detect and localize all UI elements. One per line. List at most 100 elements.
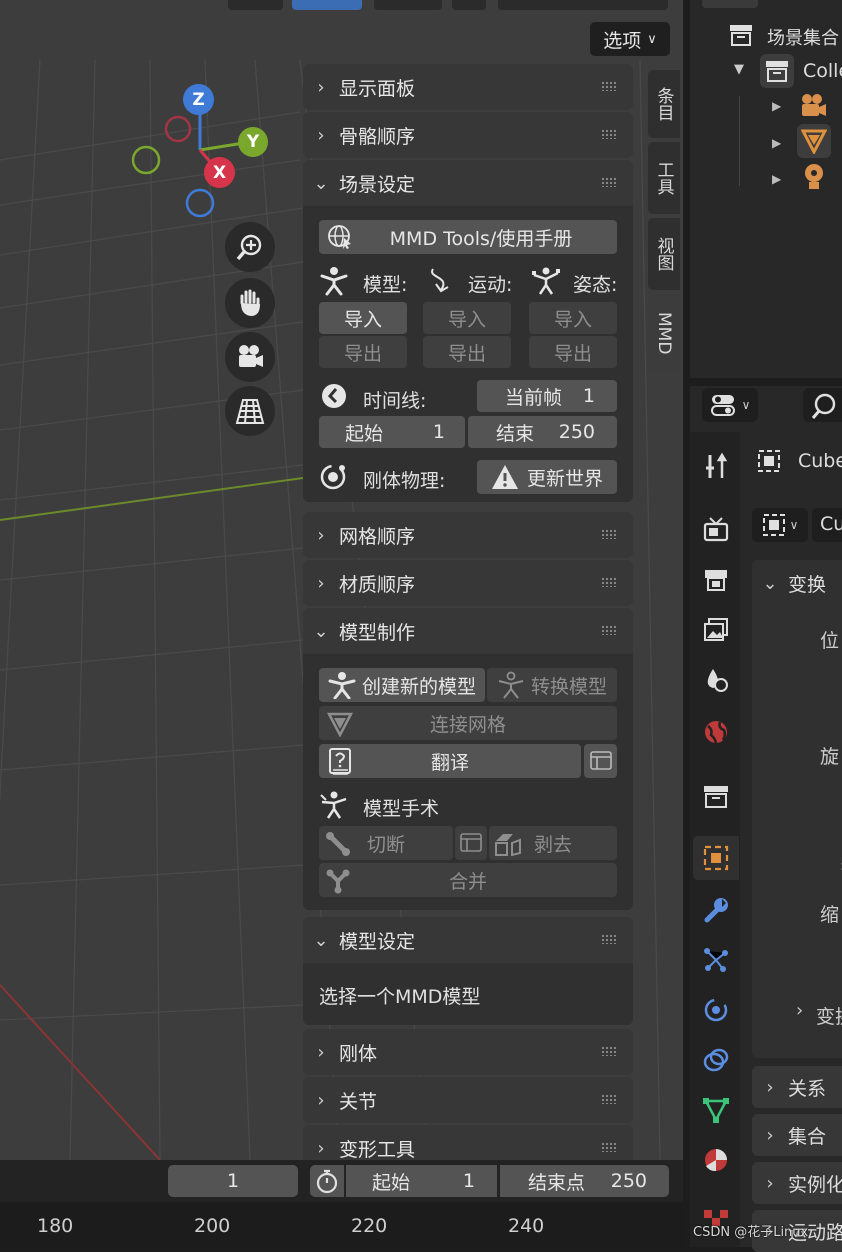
editor-type-dropdown[interactable]: ∨ <box>702 388 758 422</box>
gizmo-x-axis[interactable]: X <box>204 157 235 188</box>
object-name-field[interactable]: Cu <box>812 508 842 542</box>
create-model-button[interactable]: 创建新的模型 <box>319 668 485 702</box>
mesh-object-icon[interactable] <box>797 124 831 158</box>
transform-header[interactable]: ⌄ 变换 <box>752 560 842 606</box>
tool-tab[interactable] <box>702 452 730 480</box>
panel-joint-header[interactable]: › 关节 <box>303 1077 633 1123</box>
output-tab[interactable] <box>702 566 730 594</box>
object-data-dropdown[interactable]: ∨ <box>752 508 808 542</box>
tab-item[interactable]: 条目 <box>648 70 680 138</box>
current-frame-field[interactable]: 1 <box>168 1165 298 1197</box>
current-frame-field[interactable]: 当前帧 1 <box>477 380 617 412</box>
end-frame-field[interactable]: 结束点 250 <box>500 1165 669 1197</box>
figure-outline-icon <box>498 671 524 699</box>
panel-mesh-header[interactable]: › 网格顺序 <box>303 512 633 558</box>
render-tab[interactable] <box>702 516 730 544</box>
modifier-tab[interactable] <box>702 896 730 924</box>
data-tab[interactable] <box>702 1096 730 1124</box>
3d-viewport[interactable]: 选项 ∨ Z Y X › 显示面板 › 骨骼顺序 ⌄ 场景设定 MMD Tools/使用… <box>0 0 683 1160</box>
start-frame-field[interactable]: 起始 1 <box>319 416 465 448</box>
drag-grip-icon[interactable] <box>601 81 617 91</box>
view-layer-tab[interactable] <box>702 616 730 644</box>
tab-mmd[interactable]: MMD <box>648 294 680 372</box>
merge-button[interactable]: 合并 <box>319 863 617 897</box>
zoom-button[interactable] <box>225 222 275 272</box>
search-field[interactable] <box>803 388 842 422</box>
cut-button[interactable]: 切断 <box>319 826 453 860</box>
timeline-ruler[interactable]: 180 200 220 240 <box>0 1202 683 1247</box>
perspective-toggle-button[interactable] <box>225 386 275 436</box>
world-tab[interactable] <box>702 718 730 746</box>
panel-scene-header[interactable]: ⌄ 场景设定 <box>303 160 633 206</box>
drag-grip-icon[interactable] <box>601 1142 617 1152</box>
camera-view-button[interactable] <box>225 332 275 382</box>
camera-object-icon[interactable] <box>798 92 830 120</box>
drag-grip-icon[interactable] <box>601 1094 617 1104</box>
options-dropdown[interactable]: 选项 ∨ <box>590 22 670 56</box>
panel-model-make-header[interactable]: ⌄ 模型制作 <box>303 608 633 654</box>
bone-cut-icon <box>326 832 350 856</box>
drag-grip-icon[interactable] <box>601 1046 617 1056</box>
delta-transform-title[interactable]: 变换 <box>816 1002 842 1029</box>
expand-right-icon[interactable]: ▶ <box>772 136 781 150</box>
preview-range-toggle[interactable] <box>310 1165 344 1197</box>
collection-label[interactable]: Colle <box>803 60 842 82</box>
translate-popup-button[interactable] <box>584 744 617 778</box>
motion-import-button[interactable]: 导入 <box>423 302 511 334</box>
object-tab[interactable] <box>693 836 739 880</box>
merge-label: 合并 <box>448 870 487 893</box>
translate-label: 翻译 <box>430 751 469 774</box>
translate-button[interactable]: 翻译 <box>319 744 581 778</box>
start-label: 起始 <box>372 1171 411 1194</box>
collections-title: 集合 <box>788 1125 827 1148</box>
expand-right-icon[interactable]: ▶ <box>772 172 781 186</box>
panel-title: 模型设定 <box>339 930 416 953</box>
particles-tab[interactable] <box>702 946 730 974</box>
drag-grip-icon[interactable] <box>601 625 617 635</box>
drag-grip-icon[interactable] <box>601 129 617 139</box>
drag-grip-icon[interactable] <box>601 177 617 187</box>
drag-grip-icon[interactable] <box>601 934 617 944</box>
peel-button[interactable]: 剥去 <box>489 826 617 860</box>
scene-tab[interactable] <box>702 666 730 694</box>
panel-morph-header[interactable]: › 变形工具 <box>303 1125 633 1160</box>
pose-export-button[interactable]: 导出 <box>529 336 617 368</box>
panel-model-setting-header[interactable]: ⌄ 模型设定 <box>303 917 633 963</box>
panel-material-header[interactable]: › 材质顺序 <box>303 560 633 606</box>
peel-icon <box>495 834 521 857</box>
instancing-panel-header[interactable]: › 实例化 <box>752 1162 842 1204</box>
scale-label: 缩 <box>820 904 840 926</box>
physics-tab[interactable] <box>702 996 730 1024</box>
mmd-manual-button[interactable]: MMD Tools/使用手册 <box>319 220 617 254</box>
chevron-right-icon[interactable]: › <box>796 1000 803 1021</box>
convert-model-button[interactable]: 转换模型 <box>487 668 617 702</box>
collection-tab[interactable] <box>702 782 730 810</box>
pan-button[interactable] <box>225 278 275 328</box>
update-world-button[interactable]: 更新世界 <box>477 460 617 494</box>
end-frame-field[interactable]: 结束 250 <box>468 416 617 448</box>
tab-tool[interactable]: 工具 <box>648 142 680 214</box>
collections-panel-header[interactable]: › 集合 <box>752 1114 842 1156</box>
scene-collection-label[interactable]: 场景集合 <box>767 24 839 50</box>
drag-grip-icon[interactable] <box>601 577 617 587</box>
drag-grip-icon[interactable] <box>601 529 617 539</box>
pose-import-button[interactable]: 导入 <box>529 302 617 334</box>
panel-bones-header[interactable]: › 骨骼顺序 <box>303 112 633 158</box>
panel-display-header[interactable]: › 显示面板 <box>303 64 633 110</box>
relations-panel-header[interactable]: › 关系 <box>752 1066 842 1108</box>
panel-rigid-header[interactable]: › 刚体 <box>303 1029 633 1075</box>
gizmo-z-axis[interactable]: Z <box>183 84 214 115</box>
material-tab[interactable] <box>702 1146 730 1174</box>
light-object-icon[interactable] <box>800 162 828 192</box>
tab-view[interactable]: 视图 <box>648 218 680 290</box>
cut-popup-button[interactable] <box>455 826 487 860</box>
model-export-button[interactable]: 导出 <box>319 336 407 368</box>
expand-right-icon[interactable]: ▶ <box>772 99 781 113</box>
motion-export-button[interactable]: 导出 <box>423 336 511 368</box>
join-mesh-button[interactable]: 连接网格 <box>319 706 617 740</box>
start-frame-field[interactable]: 起始 1 <box>346 1165 497 1197</box>
expand-down-icon[interactable]: ▼ <box>734 62 744 77</box>
constraints-tab[interactable] <box>702 1046 730 1074</box>
model-import-button[interactable]: 导入 <box>319 302 407 334</box>
gizmo-y-axis[interactable]: Y <box>238 127 268 157</box>
